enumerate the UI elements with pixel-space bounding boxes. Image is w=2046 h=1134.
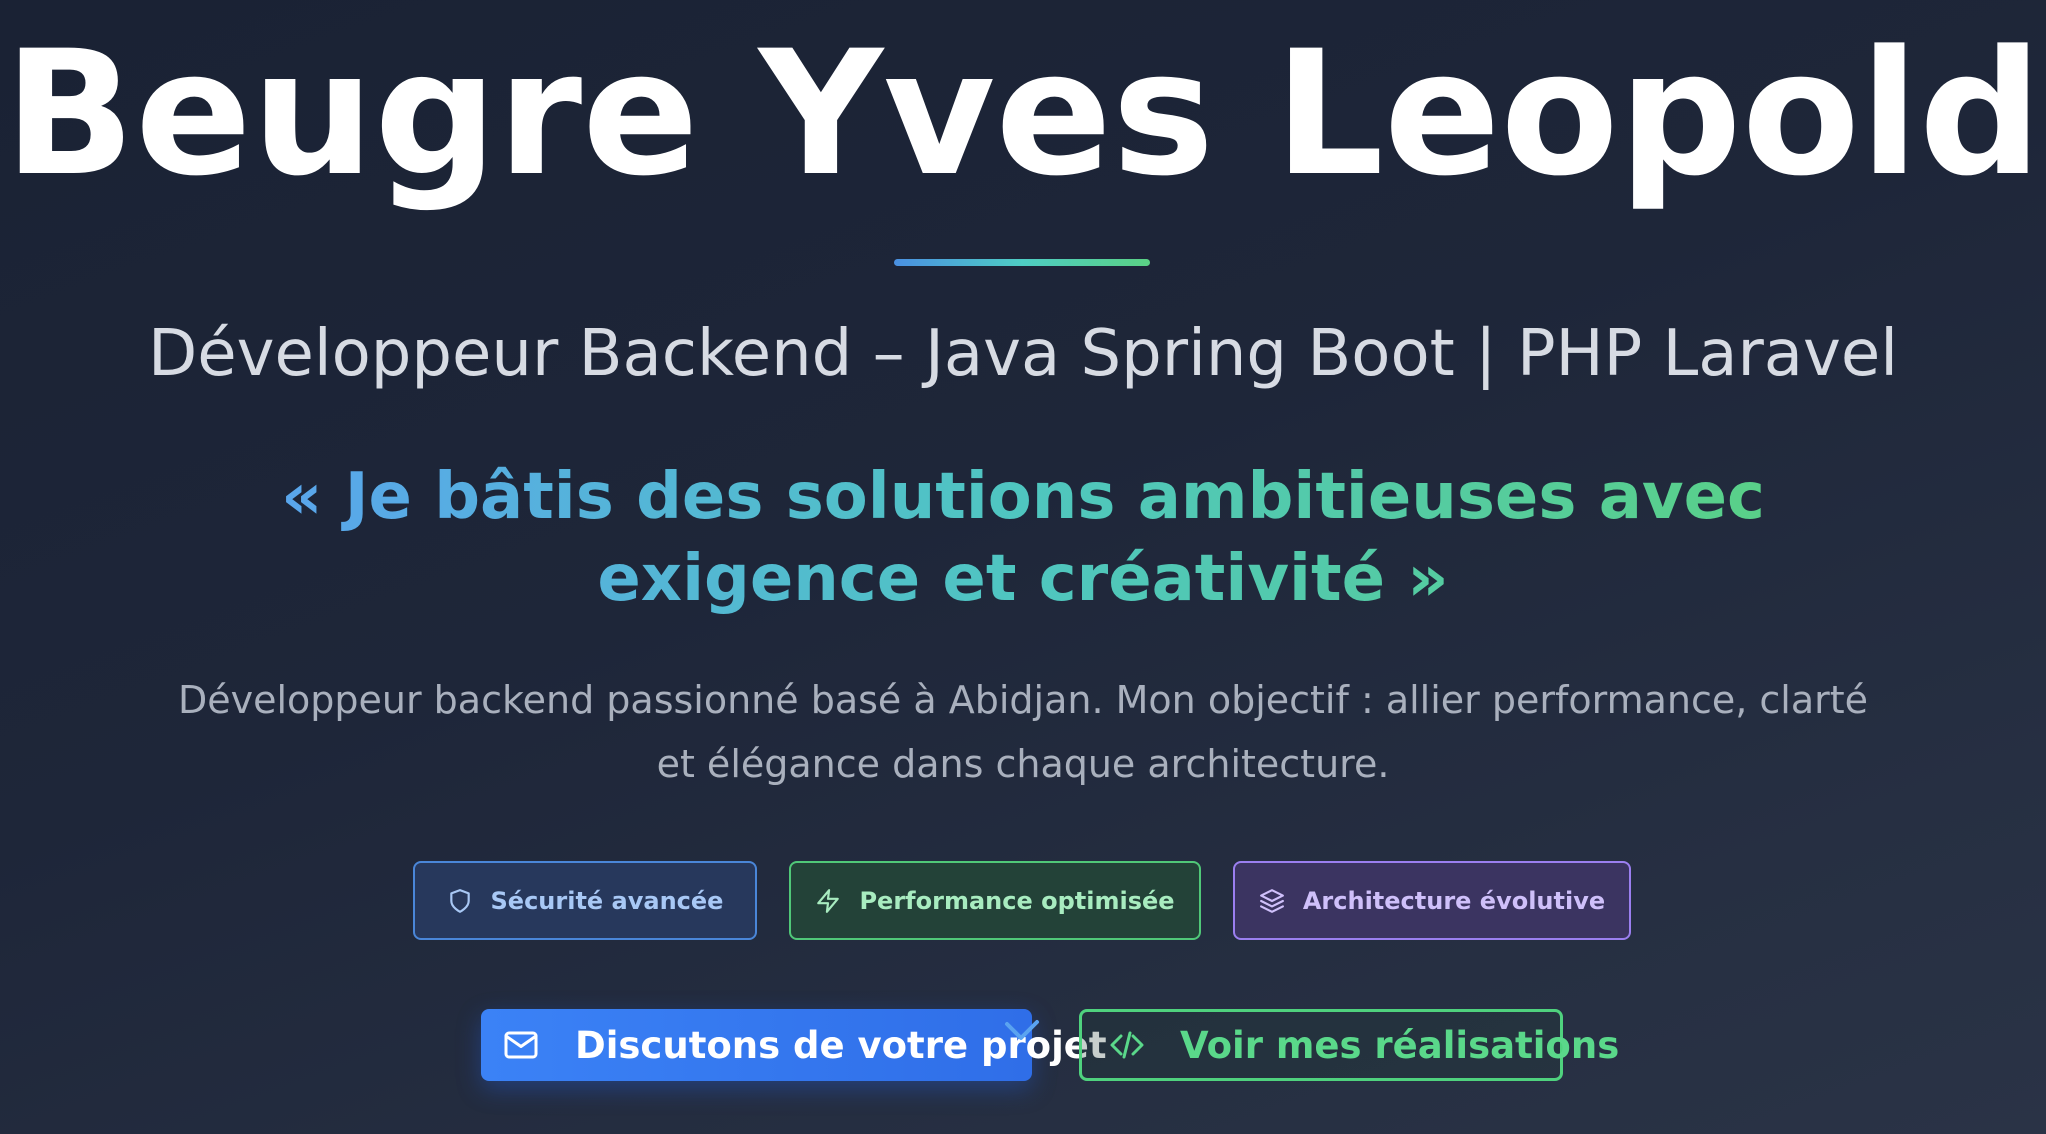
projects-button[interactable]: Voir mes réalisations bbox=[1079, 1009, 1619, 1081]
hero-name: Beugre Yves Leopold bbox=[3, 13, 2043, 214]
hero-section: Beugre Yves Leopold Développeur Backend … bbox=[0, 0, 2046, 1134]
badge-architecture-label: Architecture évolutive bbox=[1302, 886, 1606, 915]
code-icon bbox=[1110, 1031, 1144, 1059]
mail-icon bbox=[504, 1031, 538, 1059]
badge-performance: Performance optimisée bbox=[789, 861, 1201, 940]
badge-security: Sécurité avancée bbox=[413, 861, 757, 940]
lightning-icon bbox=[817, 888, 840, 913]
hero-description: Développeur backend passionné basé à Abi… bbox=[177, 678, 1869, 786]
feature-badges: Sécurité avancée Performance optimisée A… bbox=[0, 861, 2046, 944]
hero-quote: « Je bâtis des solutions ambitieuses ave… bbox=[223, 456, 1823, 620]
layers-icon bbox=[1259, 888, 1284, 913]
title-divider bbox=[894, 259, 1150, 266]
badge-performance-label: Performance optimisée bbox=[859, 886, 1175, 915]
contact-button[interactable]: Discutons de votre projet bbox=[481, 1009, 1107, 1081]
projects-button-label: Voir mes réalisations bbox=[1180, 1023, 1620, 1067]
check-icon bbox=[1005, 1020, 1039, 1040]
badge-security-label: Sécurité avancée bbox=[490, 886, 724, 915]
hero-role: Développeur Backend – Java Spring Boot |… bbox=[147, 317, 1899, 391]
shield-icon bbox=[449, 888, 470, 913]
badge-architecture: Architecture évolutive bbox=[1233, 861, 1631, 940]
